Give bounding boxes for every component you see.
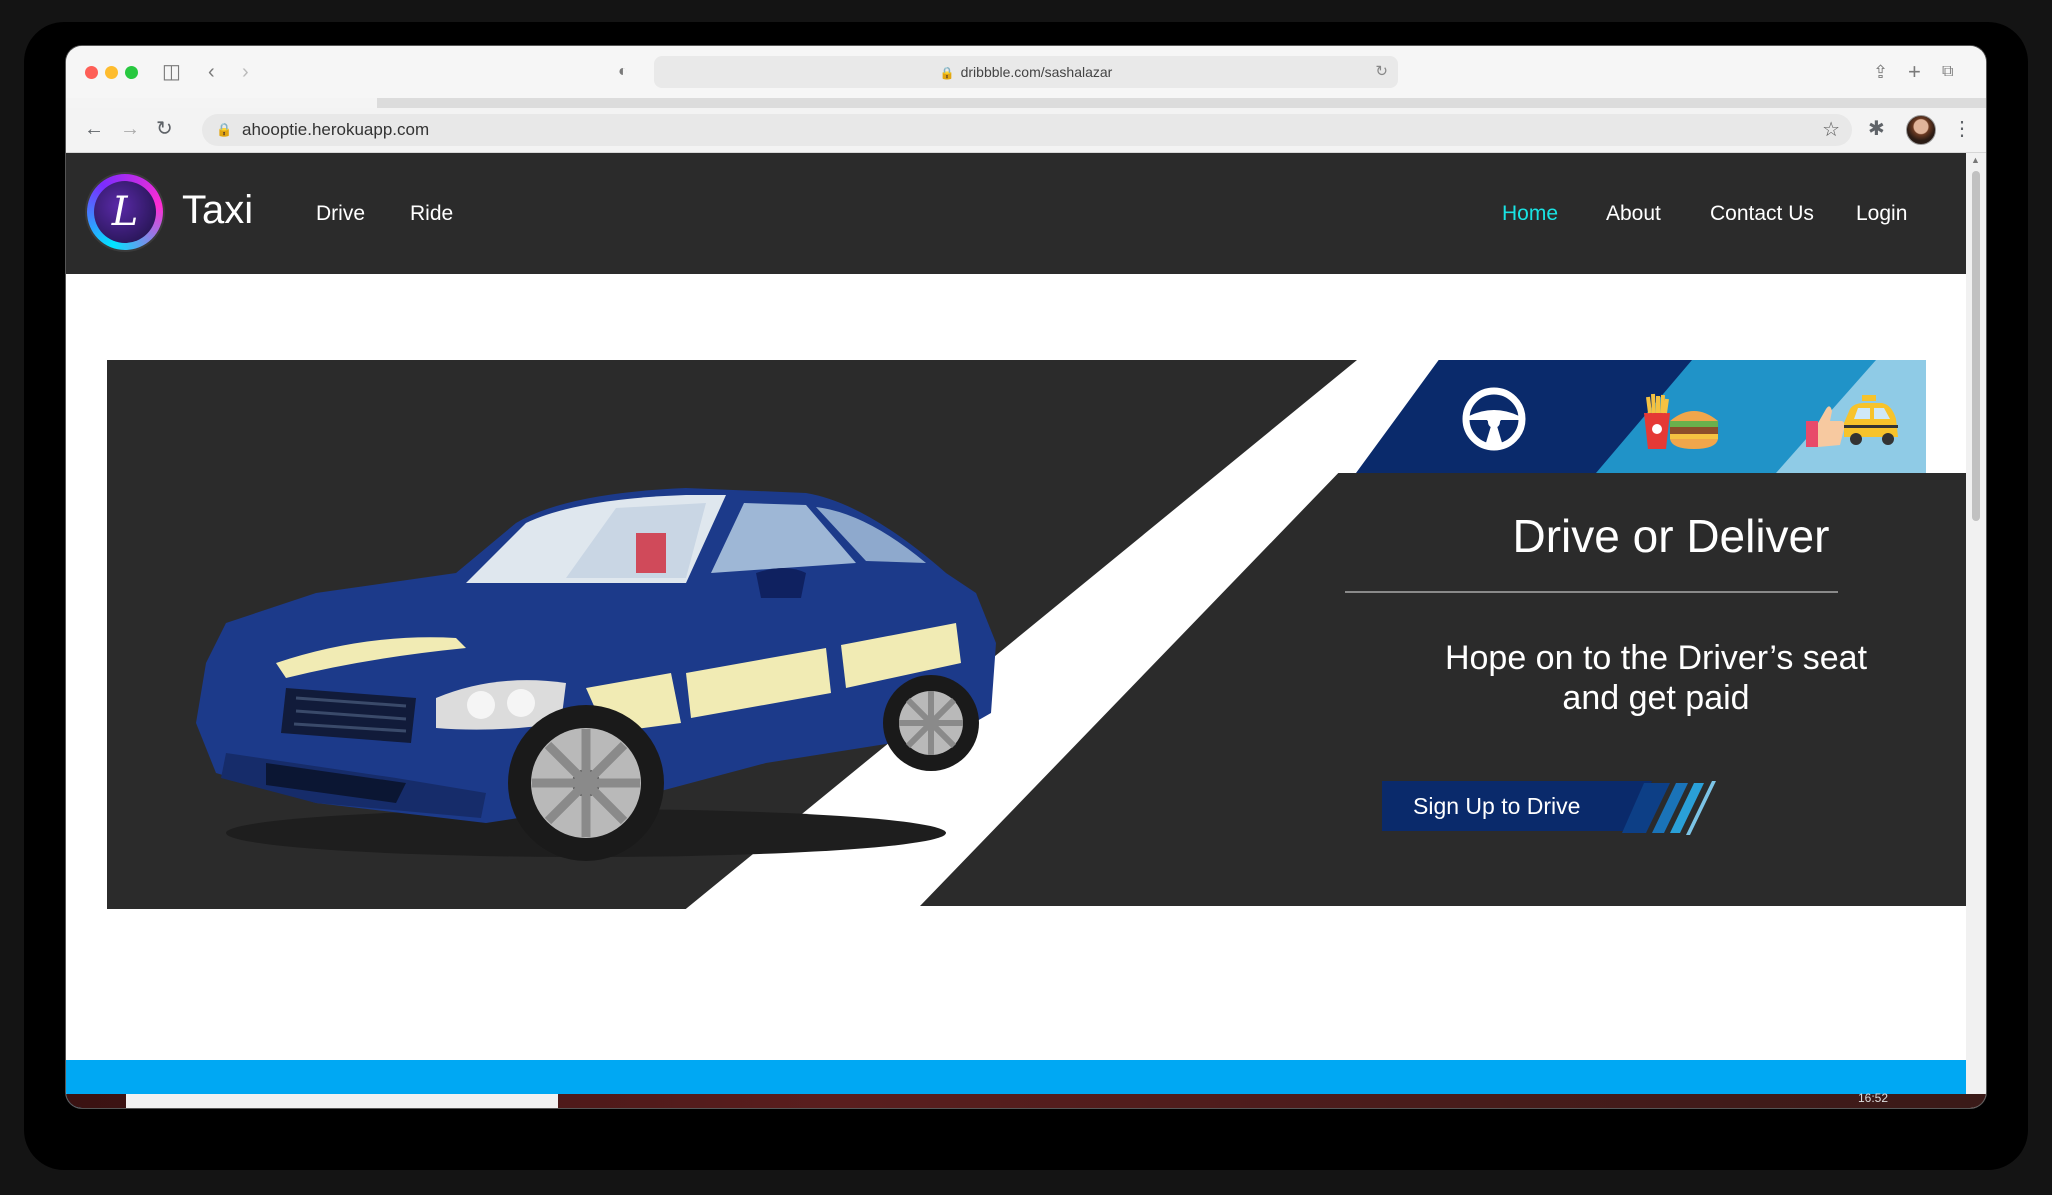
hero-subtitle-line1: Hope on to the Driver’s seat — [1444, 639, 1868, 677]
scroll-up-arrow-icon[interactable]: ▲ — [1971, 155, 1980, 165]
share-icon[interactable]: ⇪ — [1873, 62, 1888, 82]
chrome-url-text: ahooptie.herokuapp.com — [242, 120, 430, 139]
safari-url-text: dribbble.com/sashalazar — [960, 64, 1113, 80]
extensions-puzzle-icon[interactable]: ✱ — [1868, 118, 1885, 140]
nav-drive[interactable]: Drive — [316, 201, 365, 227]
back-icon[interactable]: ‹ — [208, 62, 215, 82]
car-illustration — [196, 488, 996, 861]
forward-icon[interactable]: › — [242, 62, 249, 82]
food-icon — [1644, 393, 1718, 449]
scrollbar-thumb[interactable] — [1972, 171, 1980, 521]
logo-letter: L — [94, 181, 156, 243]
cta-stripes-decoration — [1622, 781, 1716, 835]
nav-ride[interactable]: Ride — [410, 201, 453, 227]
back-arrow-icon[interactable]: ← — [84, 118, 104, 140]
logo[interactable]: L — [87, 174, 163, 250]
sidebar-icon[interactable]: ◫ — [162, 62, 181, 82]
taskbar-search-box[interactable] — [126, 1094, 558, 1108]
safari-address-bar[interactable]: 🔒 dribbble.com/sashalazar ↻ — [654, 56, 1398, 88]
os-taskbar: 16:52 — [66, 1091, 1986, 1108]
nav-login[interactable]: Login — [1856, 201, 1907, 227]
chrome-address-bar[interactable]: 🔒 ahooptie.herokuapp.com ☆ — [202, 114, 1852, 146]
shield-icon[interactable]: ◐ — [618, 62, 628, 82]
sign-up-to-drive-button[interactable]: Sign Up to Drive — [1382, 781, 1652, 831]
zoom-window-button[interactable] — [125, 66, 138, 79]
reload-icon[interactable]: ↻ — [1375, 56, 1388, 88]
nav-about[interactable]: About — [1606, 201, 1661, 227]
hero-subtitle: Hope on to the Driver’s seat and get pai… — [1356, 638, 1956, 718]
steering-wheel-icon — [1462, 387, 1526, 451]
hero-subtitle-line2: and get paid — [1562, 679, 1750, 717]
page-viewport: L Taxi Drive Ride Home About Contact Us … — [66, 153, 1966, 1108]
browser-window: ◫ ‹ › ◐ 🔒 dribbble.com/sashalazar ↻ ⇪ + ⧉… — [66, 46, 1986, 1108]
tab-strip — [66, 98, 1986, 108]
page-scrollbar[interactable]: ▲ ▼ — [1966, 153, 1986, 1108]
hero-title: Drive or Deliver — [1512, 510, 1830, 562]
reload-icon[interactable]: ↻ — [156, 118, 173, 140]
taskbar-clock: 16:52 — [1858, 1091, 1889, 1105]
bookmark-star-icon[interactable]: ☆ — [1822, 114, 1840, 146]
lock-icon: 🔒 — [216, 122, 233, 137]
tab-overview-icon[interactable]: ⧉ — [1942, 62, 1953, 82]
forward-arrow-icon[interactable]: → — [120, 118, 140, 140]
nav-contact-us[interactable]: Contact Us — [1710, 201, 1814, 227]
profile-avatar[interactable] — [1906, 115, 1936, 145]
menu-kebab-icon[interactable]: ⋮ — [1952, 118, 1972, 140]
safari-toolbar: ◫ ‹ › ◐ 🔒 dribbble.com/sashalazar ↻ ⇪ + ⧉ — [66, 46, 1986, 98]
hero-divider — [1345, 591, 1838, 593]
site-navbar: L Taxi Drive Ride Home About Contact Us … — [66, 153, 1966, 274]
close-window-button[interactable] — [85, 66, 98, 79]
chrome-toolbar: ← → ↻ 🔒 ahooptie.herokuapp.com ☆ ✱ ⋮ — [66, 108, 1986, 153]
minimize-window-button[interactable] — [105, 66, 118, 79]
active-tab[interactable] — [66, 98, 377, 108]
nav-home[interactable]: Home — [1502, 201, 1558, 227]
thumbs-up-taxi-icon — [1806, 395, 1898, 447]
new-tab-icon[interactable]: + — [1908, 61, 1921, 83]
brand-name[interactable]: Taxi — [182, 185, 253, 235]
lock-icon: 🔒 — [939, 66, 955, 80]
